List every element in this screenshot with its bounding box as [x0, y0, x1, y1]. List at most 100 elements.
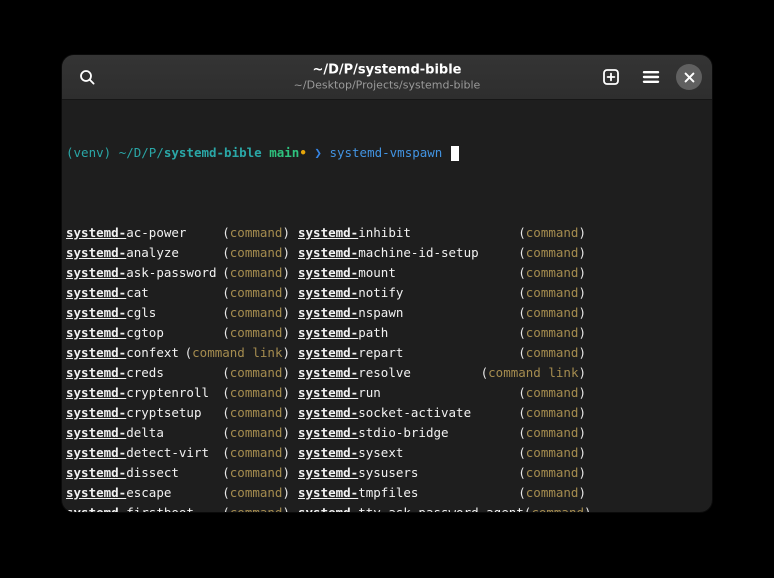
completion-item[interactable]: systemd-ask-password(command): [66, 263, 290, 283]
close-icon: [684, 72, 695, 83]
command-name: systemd-cgls: [66, 303, 156, 323]
completion-item[interactable]: systemd-delta(command): [66, 423, 290, 443]
command-suffix: cryptenroll: [126, 385, 209, 400]
completion-kind: (command): [518, 443, 586, 463]
text-cursor: [451, 146, 459, 161]
search-icon: [79, 69, 96, 86]
command-name: systemd-tmpfiles: [298, 483, 418, 503]
command-suffix: notify: [358, 285, 403, 300]
completion-item[interactable]: systemd-stdio-bridge(command): [298, 423, 586, 443]
completion-item[interactable]: systemd-cryptsetup (command): [66, 403, 290, 423]
command-suffix: machine-id-setup: [358, 245, 478, 260]
command-suffix: tty-ask-password-agent: [358, 505, 524, 512]
completion-item[interactable]: systemd-tty-ask-password-agent(command): [298, 503, 586, 512]
completion-item[interactable]: systemd-firstboot(command): [66, 503, 290, 512]
completion-item[interactable]: systemd-notify(command): [298, 283, 586, 303]
command-name: systemd-path: [298, 323, 388, 343]
command-name: systemd-tty-ask-password-agent: [298, 503, 524, 512]
completion-kind: (command): [222, 403, 290, 423]
command-suffix: cat: [126, 285, 149, 300]
completion-kind: (command): [222, 363, 290, 383]
command-name: systemd-cryptsetup: [66, 403, 201, 423]
completion-item[interactable]: systemd-run(command): [298, 383, 586, 403]
completion-item[interactable]: systemd-escape(command): [66, 483, 290, 503]
command-prefix: systemd-: [66, 325, 126, 340]
search-button[interactable]: [72, 62, 102, 92]
command-name: systemd-cryptenroll: [66, 383, 209, 403]
completion-item[interactable]: systemd-sysext (command): [298, 443, 586, 463]
completion-kind: (command): [222, 323, 290, 343]
command-prefix: systemd-: [298, 405, 358, 420]
completion-kind: (command): [222, 303, 290, 323]
command-prefix: systemd-: [66, 485, 126, 500]
completion-item[interactable]: systemd-dissect (command): [66, 463, 290, 483]
command-name: systemd-nspawn: [298, 303, 403, 323]
command-name: systemd-delta: [66, 423, 164, 443]
command-suffix: nspawn: [358, 305, 403, 320]
command-suffix: detect-virt: [126, 445, 209, 460]
command-suffix: cryptsetup: [126, 405, 201, 420]
command-name: systemd-detect-virt: [66, 443, 209, 463]
command-suffix: inhibit: [358, 225, 411, 240]
completion-item[interactable]: systemd-tmpfiles (command): [298, 483, 586, 503]
menu-button[interactable]: [636, 62, 666, 92]
command-suffix: tmpfiles: [358, 485, 418, 500]
command-name: systemd-cgtop: [66, 323, 164, 343]
completion-kind: (command): [518, 243, 586, 263]
completion-item[interactable]: systemd-ac-power(command): [66, 223, 290, 243]
command-prefix: systemd-: [66, 245, 126, 260]
command-prefix: systemd-: [66, 385, 126, 400]
completion-item[interactable]: systemd-path(command): [298, 323, 586, 343]
completion-kind: (command): [518, 303, 586, 323]
completion-item[interactable]: systemd-socket-activate(command): [298, 403, 586, 423]
completion-item[interactable]: systemd-mount(command): [298, 263, 586, 283]
completion-item[interactable]: systemd-nspawn (command): [298, 303, 586, 323]
completion-item[interactable]: systemd-resolve(command link): [298, 363, 586, 383]
command-prefix: systemd-: [66, 505, 126, 512]
new-tab-button[interactable]: [596, 62, 626, 92]
completion-item[interactable]: systemd-repart (command): [298, 343, 586, 363]
command-suffix: cgls: [126, 305, 156, 320]
completion-item[interactable]: systemd-detect-virt(command): [66, 443, 290, 463]
completion-item[interactable]: systemd-sysusers(command): [298, 463, 586, 483]
completion-item[interactable]: systemd-confext(command link): [66, 343, 290, 363]
completion-item[interactable]: systemd-machine-id-setup (command): [298, 243, 586, 263]
completion-item[interactable]: systemd-creds(command): [66, 363, 290, 383]
completion-kind: (command): [518, 343, 586, 363]
command-name: systemd-run: [298, 383, 381, 403]
command-suffix: ac-power: [126, 225, 186, 240]
command-name: systemd-escape: [66, 483, 171, 503]
completion-kind: (command): [518, 263, 586, 283]
command-name: systemd-sysusers: [298, 463, 418, 483]
typed-command: systemd-vmspawn: [329, 143, 442, 163]
command-suffix: sysext: [358, 445, 403, 460]
completion-kind: (command): [222, 463, 290, 483]
close-button[interactable]: [676, 64, 702, 90]
command-prefix: systemd-: [66, 465, 126, 480]
command-suffix: path: [358, 325, 388, 340]
command-name: systemd-machine-id-setup: [298, 243, 479, 263]
completion-kind: (command link): [185, 343, 290, 363]
command-prefix: systemd-: [298, 445, 358, 460]
command-suffix: dissect: [126, 465, 179, 480]
command-prefix: systemd-: [298, 465, 358, 480]
command-suffix: firstboot: [126, 505, 194, 512]
completion-column-right: systemd-inhibit(command)systemd-machine-…: [298, 223, 586, 512]
command-suffix: delta: [126, 425, 164, 440]
completion-item[interactable]: systemd-analyze(command): [66, 243, 290, 263]
terminal-content[interactable]: (venv) ~/D/P/systemd-bible main• ❯ syste…: [62, 100, 712, 512]
command-name: systemd-resolve: [298, 363, 411, 383]
completion-item[interactable]: systemd-cgls (command): [66, 303, 290, 323]
completion-kind: (command): [518, 483, 586, 503]
command-name: systemd-firstboot: [66, 503, 194, 512]
completion-item[interactable]: systemd-cgtop (command): [66, 323, 290, 343]
command-suffix: creds: [126, 365, 164, 380]
command-prefix: systemd-: [66, 305, 126, 320]
completion-item[interactable]: systemd-cat(command): [66, 283, 290, 303]
command-name: systemd-repart: [298, 343, 403, 363]
completion-item[interactable]: systemd-cryptenroll(command): [66, 383, 290, 403]
completion-item[interactable]: systemd-inhibit(command): [298, 223, 586, 243]
command-name: systemd-dissect: [66, 463, 179, 483]
completion-column-left: systemd-ac-power(command)systemd-analyze…: [66, 223, 290, 512]
git-branch: main: [269, 143, 299, 163]
